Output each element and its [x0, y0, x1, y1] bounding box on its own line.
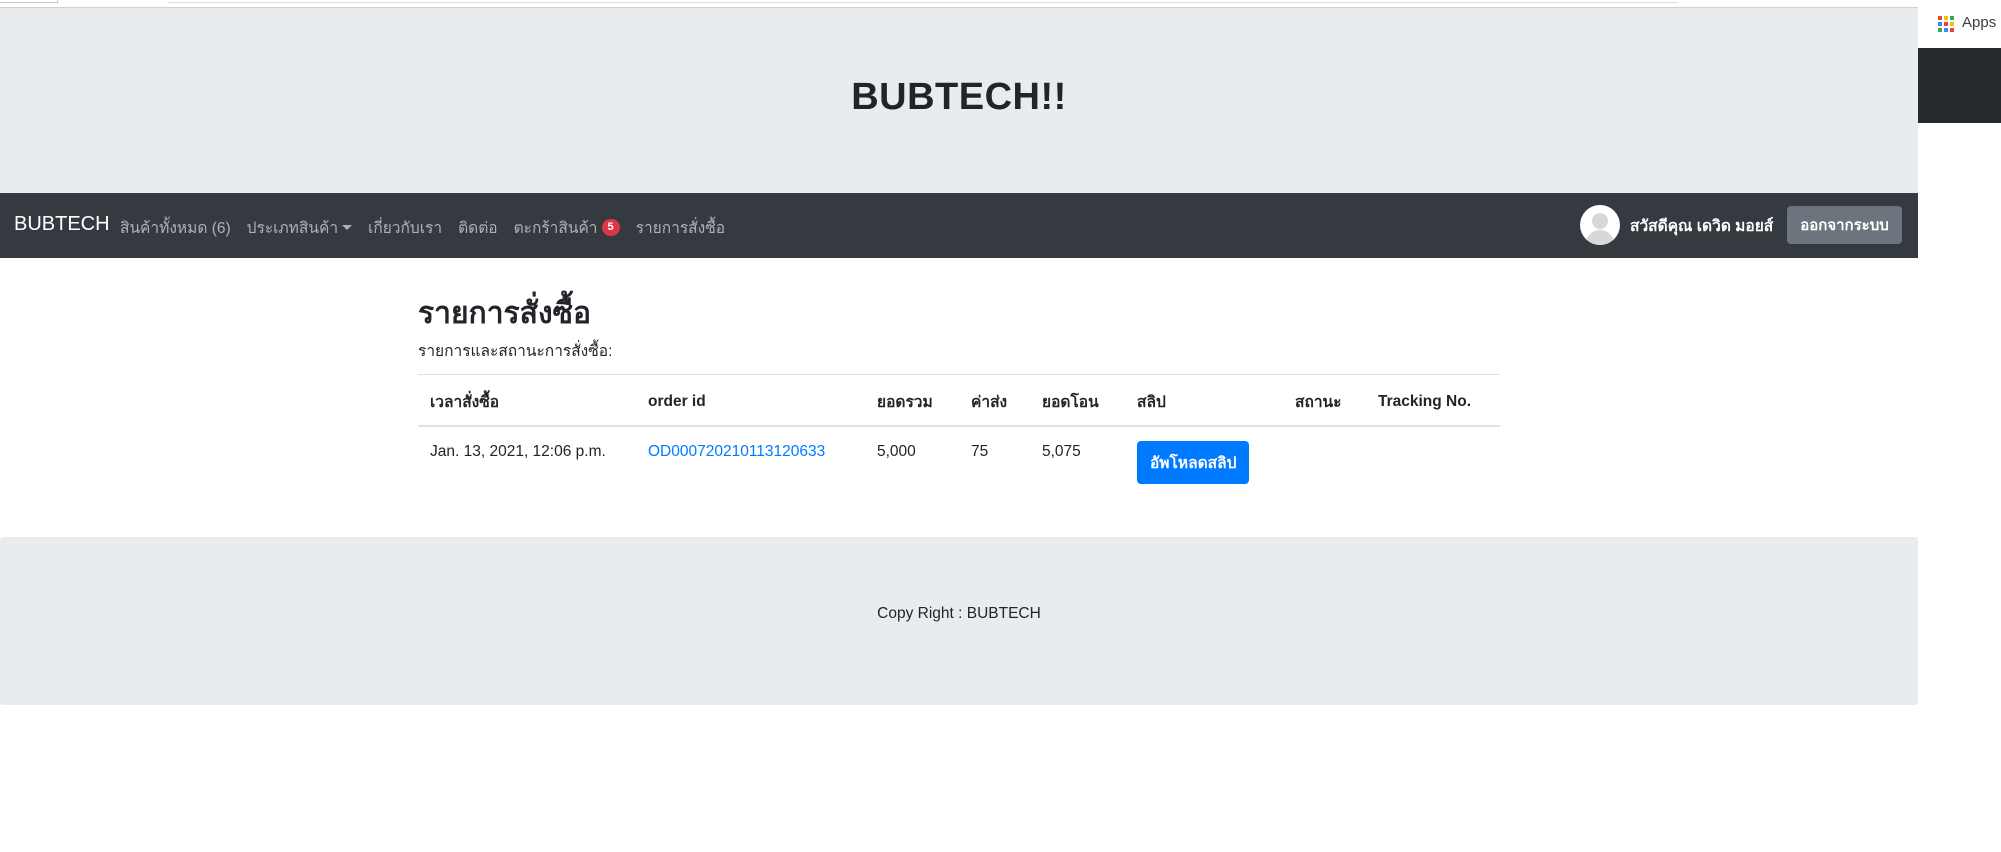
- cell-total: 5,000: [877, 443, 916, 460]
- cell-slip: อัพโหลดสลิป: [1125, 426, 1283, 500]
- col-tracking: Tracking No.: [1366, 374, 1500, 427]
- cart-count-badge: 5: [601, 219, 620, 236]
- user-greeting: สวัสดีคุณ เดวิด มอยส์: [1630, 218, 1774, 235]
- col-total: ยอดรวม: [865, 374, 959, 427]
- bookmarks-bar: Apps: [1918, 0, 2001, 48]
- apps-grid-dot: [1944, 16, 1948, 20]
- site-title: BUBTECH!!: [851, 76, 1067, 118]
- apps-grid-dot: [1950, 28, 1954, 32]
- upload-slip-button[interactable]: อัพโหลดสลิป: [1137, 441, 1250, 484]
- nav-categories-dropdown[interactable]: ประเภทสินค้า: [246, 215, 353, 240]
- nav-cart-label: ตะกร้าสินค้า: [513, 220, 598, 237]
- navbar: BUBTECH สินค้าทั้งหมด (6) ประเภทสินค้า เ…: [0, 193, 1918, 258]
- footer-copyright: Copy Right : BUBTECH: [877, 605, 1041, 622]
- side-panel: [1918, 48, 2001, 123]
- apps-grid-dot: [1938, 28, 1942, 32]
- apps-grid-dot: [1950, 22, 1954, 26]
- nav-all-products-label: สินค้าทั้งหมด (6): [120, 220, 231, 237]
- user-avatar-icon[interactable]: [1580, 205, 1620, 245]
- nav-about[interactable]: เกี่ยวกับเรา: [368, 215, 442, 240]
- apps-grid-icon[interactable]: [1938, 16, 1954, 32]
- col-status: สถานะ: [1283, 374, 1366, 427]
- apps-bookmark[interactable]: Apps: [1962, 14, 1996, 31]
- nav-contact[interactable]: ติดต่อ: [458, 215, 498, 240]
- table-row: Jan. 13, 2021, 12:06 p.m. OD000720210113…: [418, 426, 1500, 500]
- orders-table: เวลาสั่งซื้อ order id ยอดรวม ค่าส่ง ยอดโ…: [418, 374, 1500, 500]
- apps-grid-dot: [1938, 16, 1942, 20]
- col-order-id: order id: [636, 374, 865, 427]
- avatar-head: [1592, 213, 1608, 229]
- cell-order-id: OD000720210113120633: [636, 426, 865, 500]
- cell-order-time: Jan. 13, 2021, 12:06 p.m.: [430, 443, 606, 460]
- cell-shipping: 75: [971, 443, 989, 460]
- browser-address-stub: [168, 0, 1678, 3]
- nav-all-products[interactable]: สินค้าทั้งหมด (6): [120, 215, 231, 240]
- page-subtitle: รายการและสถานะการสั่งซื้อ:: [418, 343, 613, 360]
- col-shipping: ค่าส่ง: [959, 374, 1030, 427]
- cell-status: [1283, 426, 1366, 500]
- col-order-time: เวลาสั่งซื้อ: [418, 374, 636, 427]
- col-transfer: ยอดโอน: [1030, 374, 1125, 427]
- cell-tracking: [1366, 426, 1500, 500]
- col-slip: สลิป: [1125, 374, 1283, 427]
- browser-top-strip: [0, 0, 1918, 8]
- navbar-brand[interactable]: BUBTECH: [14, 213, 110, 236]
- table-header-row: เวลาสั่งซื้อ order id ยอดรวม ค่าส่ง ยอดโ…: [418, 374, 1500, 427]
- apps-grid-dot: [1944, 22, 1948, 26]
- apps-grid-dot: [1944, 28, 1948, 32]
- order-id-link[interactable]: OD000720210113120633: [648, 443, 825, 460]
- cell-transfer: 5,075: [1042, 443, 1081, 460]
- apps-grid-dot: [1950, 16, 1954, 20]
- nav-categories-label: ประเภทสินค้า: [246, 220, 339, 237]
- browser-tab-stub: [0, 0, 58, 3]
- nav-contact-label: ติดต่อ: [458, 220, 498, 237]
- nav-about-label: เกี่ยวกับเรา: [368, 220, 443, 237]
- nav-orders-label: รายการสั่งซื้อ: [635, 220, 726, 237]
- jumbotron: BUBTECH!!: [0, 8, 1918, 193]
- footer: Copy Right : BUBTECH: [0, 537, 1918, 705]
- nav-links: สินค้าทั้งหมด (6) ประเภทสินค้า เกี่ยวกับ…: [120, 215, 741, 240]
- logout-button[interactable]: ออกจากระบบ: [1787, 206, 1902, 244]
- caret-down-icon: [342, 225, 353, 230]
- nav-cart[interactable]: ตะกร้าสินค้า 5: [514, 215, 620, 240]
- apps-grid-dot: [1938, 22, 1942, 26]
- page-title: รายการสั่งซื้อ: [418, 297, 591, 330]
- nav-orders[interactable]: รายการสั่งซื้อ: [636, 215, 725, 240]
- avatar-body: [1586, 230, 1614, 245]
